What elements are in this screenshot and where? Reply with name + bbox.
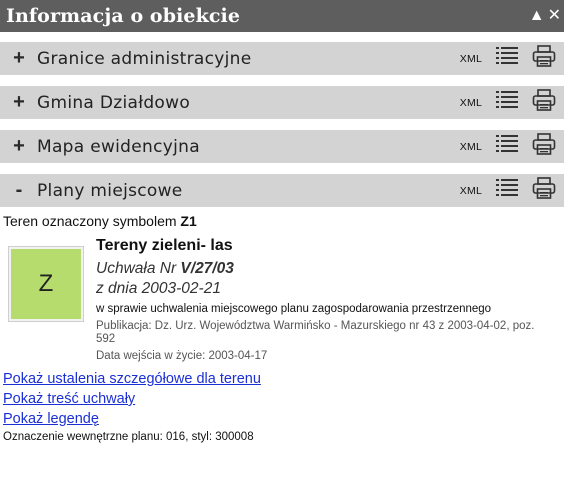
section-label[interactable]: Plany miejscowe xyxy=(37,181,460,201)
printer-icon[interactable] xyxy=(532,177,556,204)
teren-symbol-line: Teren oznaczony symbolem Z1 xyxy=(3,213,564,229)
show-detailed-rules-link[interactable]: Pokaż ustalenia szczegółowe dla terenu xyxy=(3,369,564,389)
zone-letter: Z xyxy=(38,270,54,297)
show-legend-link[interactable]: Pokaż legendę xyxy=(3,409,564,429)
section-gmina-dzialdowo[interactable]: + Gmina Działdowo XML xyxy=(0,86,564,119)
title-controls: ▲ ✕ xyxy=(529,8,564,24)
list-icon[interactable] xyxy=(496,178,518,203)
collapse-icon[interactable]: ▲ xyxy=(529,8,545,24)
section-mapa-ewidencyjna[interactable]: + Mapa ewidencyjna XML xyxy=(0,130,564,163)
object-info-panel: Informacja o obiekcie ▲ ✕ + Granice admi… xyxy=(0,0,564,483)
list-icon[interactable] xyxy=(496,46,518,71)
xml-button[interactable]: XML xyxy=(460,53,482,65)
zone-name: Tereny zieleni- las xyxy=(96,237,233,254)
resolution-date: z dnia 2003-02-21 xyxy=(96,280,221,297)
section-tools: XML xyxy=(460,133,556,160)
zone-symbol-swatch: Z xyxy=(9,247,83,321)
section-tools: XML xyxy=(460,45,556,72)
section-label[interactable]: Mapa ewidencyjna xyxy=(37,137,460,157)
printer-icon[interactable] xyxy=(532,45,556,72)
close-icon[interactable]: ✕ xyxy=(548,8,561,24)
section-plany-miejscowe[interactable]: - Plany miejscowe XML xyxy=(0,174,564,207)
list-icon[interactable] xyxy=(496,90,518,115)
collapse-toggle[interactable]: - xyxy=(12,179,26,202)
zone-row: Z Tereny zieleni- las Uchwała Nr V/27/03… xyxy=(3,237,564,363)
section-granice-administracyjne[interactable]: + Granice administracyjne XML xyxy=(0,42,564,75)
section-label[interactable]: Gmina Działdowo xyxy=(37,93,460,113)
xml-button[interactable]: XML xyxy=(460,97,482,109)
effective-date: Data wejścia w życie: 2003-04-17 xyxy=(96,350,268,362)
resolution-id: V/27/03 xyxy=(180,260,234,277)
plan-links: Pokaż ustalenia szczegółowe dla terenu P… xyxy=(3,369,564,429)
publication-info: Publikacja: Dz. Urz. Województwa Warmińs… xyxy=(96,320,535,345)
resolution-prefix: Uchwała Nr xyxy=(96,260,177,277)
internal-plan-designation: Oznaczenie wewnętrzne planu: 016, styl: … xyxy=(3,431,254,443)
printer-icon[interactable] xyxy=(532,133,556,160)
section-tools: XML xyxy=(460,177,556,204)
section-label[interactable]: Granice administracyjne xyxy=(37,49,460,69)
expand-toggle[interactable]: + xyxy=(12,135,26,158)
teren-prefix: Teren oznaczony symbolem xyxy=(3,213,177,229)
show-resolution-text-link[interactable]: Pokaż treść uchwały xyxy=(3,389,564,409)
resolution-number: Uchwała Nr V/27/03 xyxy=(96,259,550,279)
sections-list: + Granice administracyjne XML + Gmina Dz… xyxy=(0,32,564,443)
expand-toggle[interactable]: + xyxy=(12,47,26,70)
plan-details: Teren oznaczony symbolem Z1 Z Tereny zie… xyxy=(0,207,564,443)
section-tools: XML xyxy=(460,89,556,116)
printer-icon[interactable] xyxy=(532,89,556,116)
panel-title: Informacja o obiekcie xyxy=(6,5,241,27)
teren-symbol: Z1 xyxy=(180,213,197,229)
zone-info: Tereny zieleni- las Uchwała Nr V/27/03 z… xyxy=(96,237,564,363)
list-icon[interactable] xyxy=(496,134,518,159)
expand-toggle[interactable]: + xyxy=(12,91,26,114)
xml-button[interactable]: XML xyxy=(460,185,482,197)
panel-titlebar: Informacja o obiekcie ▲ ✕ xyxy=(0,0,564,32)
resolution-subject: w sprawie uchwalenia miejscowego planu z… xyxy=(96,303,492,315)
xml-button[interactable]: XML xyxy=(460,141,482,153)
